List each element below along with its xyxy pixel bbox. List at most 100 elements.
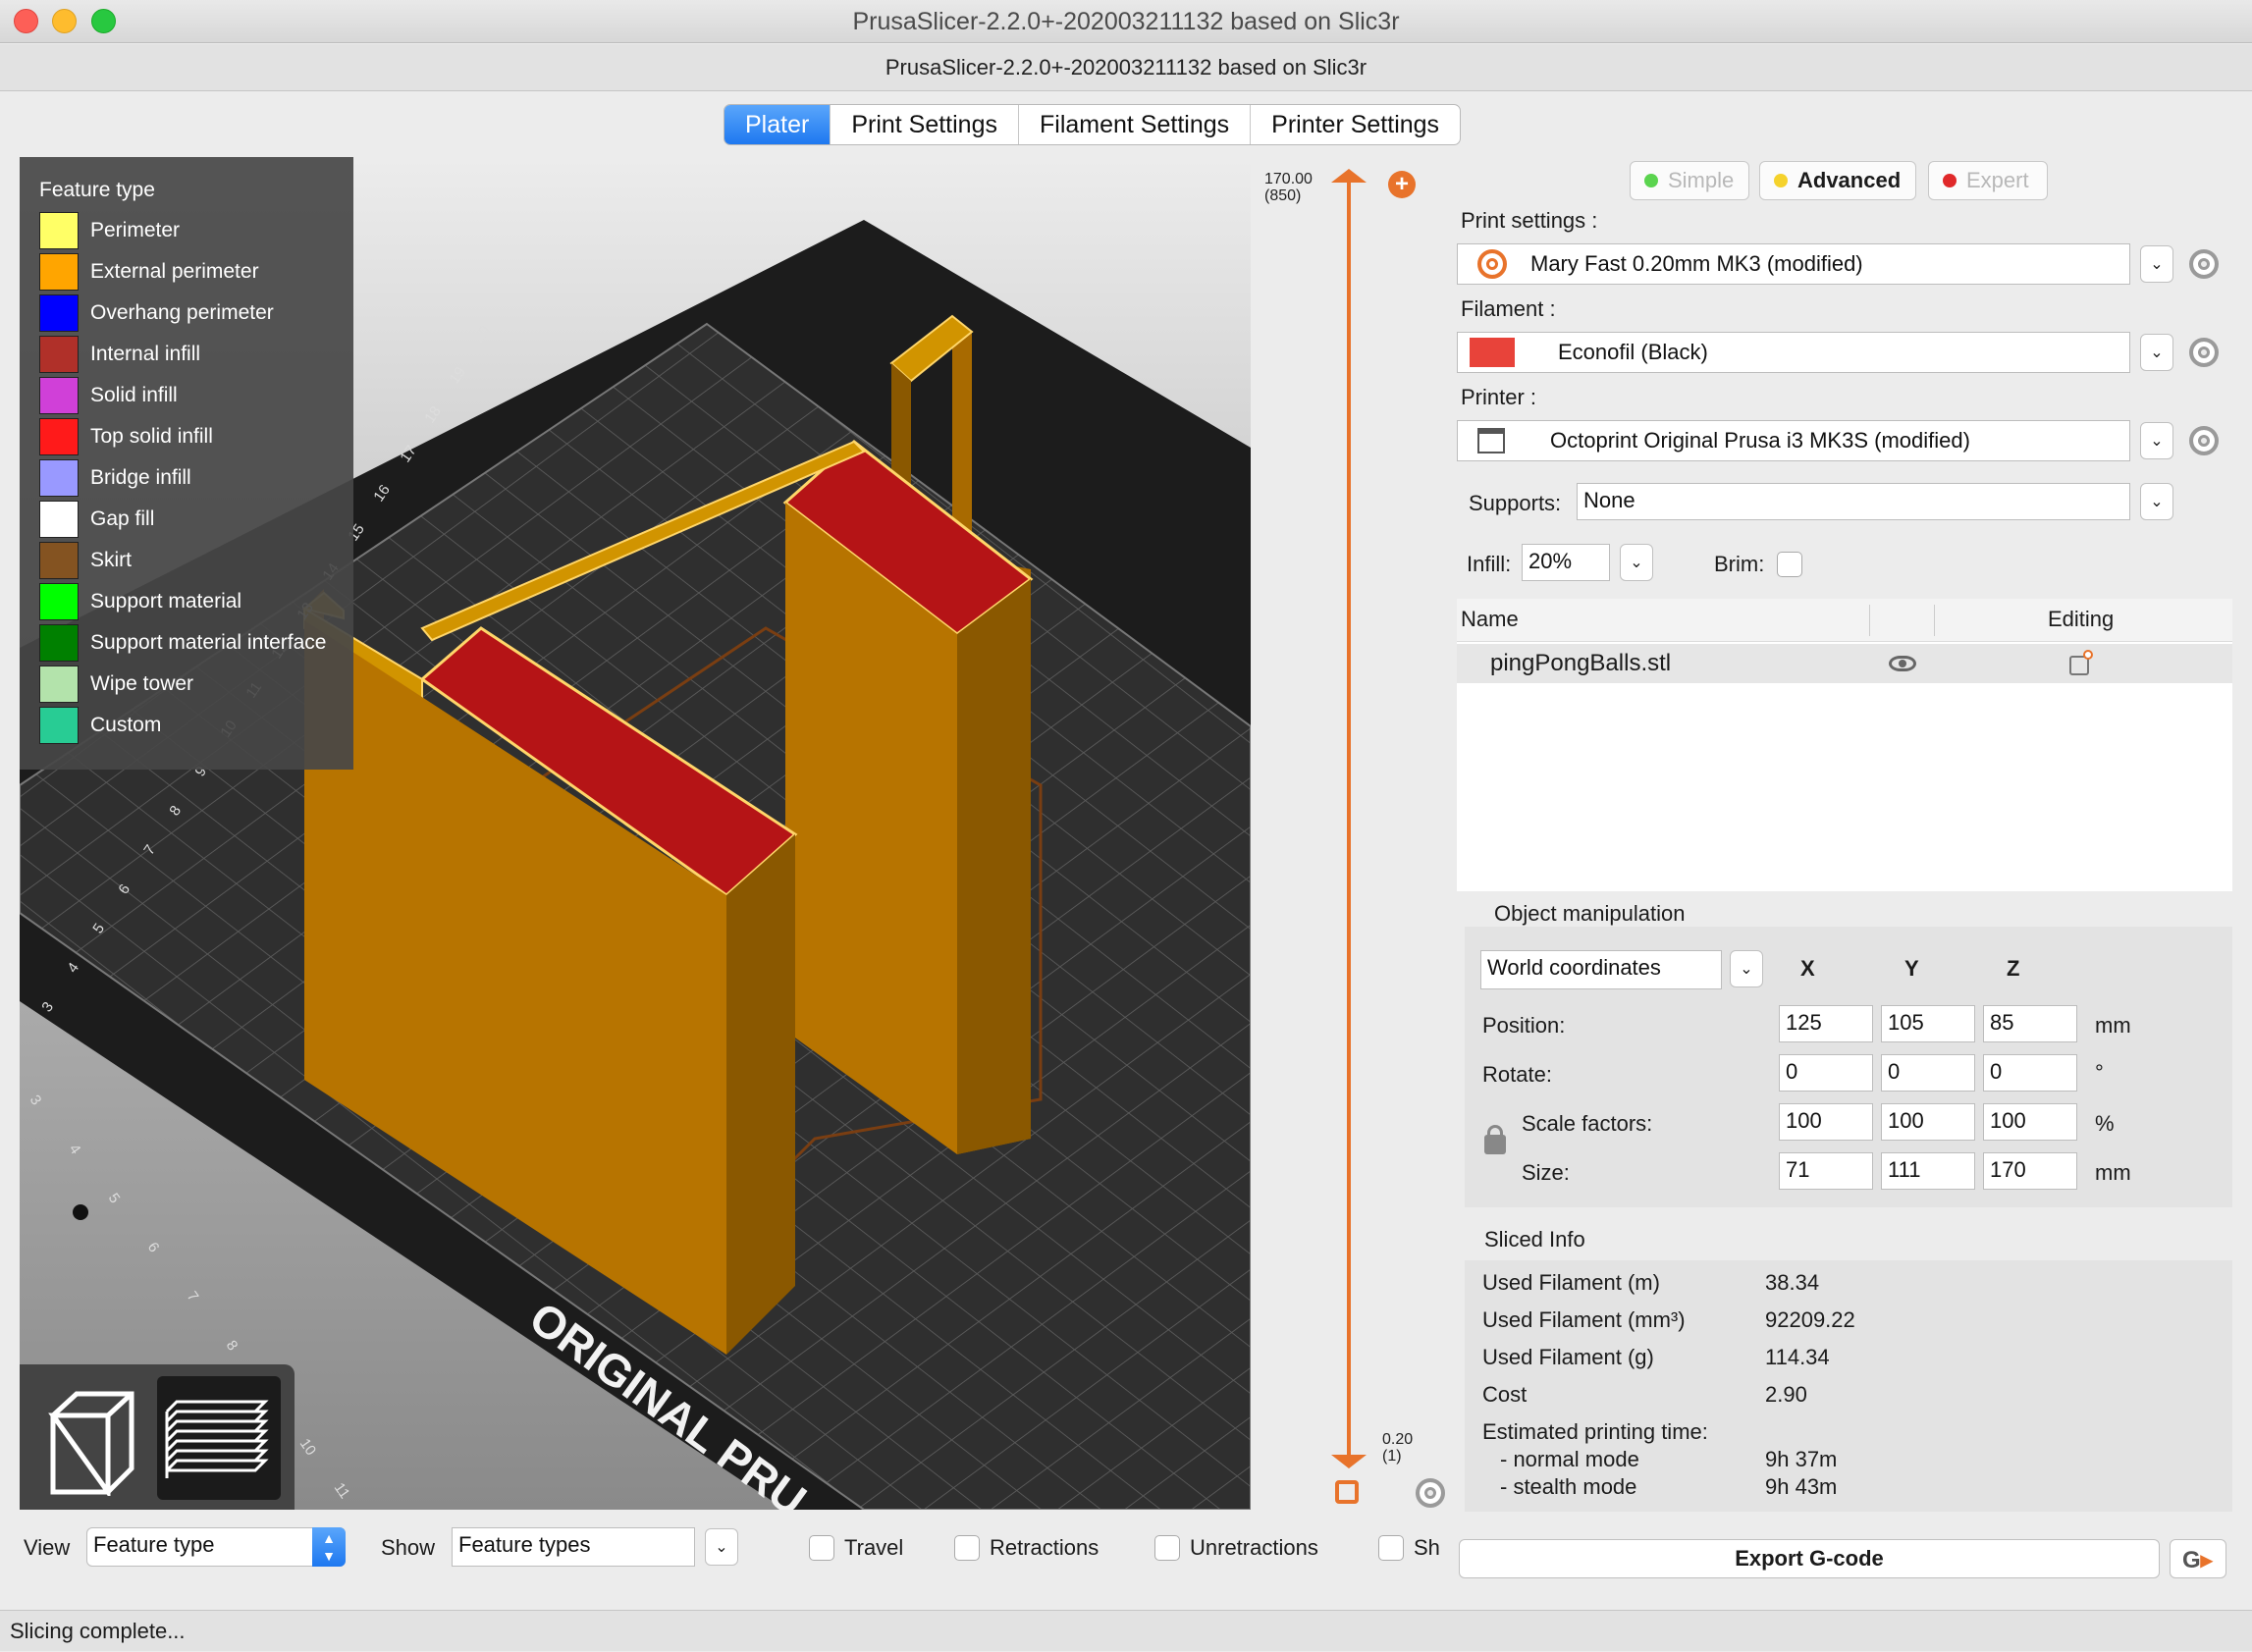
used-filament-g-label: Used Filament (g) [1482, 1345, 1654, 1369]
print-settings-label: Print settings : [1461, 208, 1598, 233]
object-manipulation-panel: World coordinates ⌄ X Y Z Position: 125 … [1465, 927, 2232, 1207]
axis-x-label: X [1800, 956, 1815, 981]
position-unit: mm [2095, 1013, 2131, 1038]
printer-label: Printer : [1461, 385, 1537, 409]
unretractions-checkbox[interactable] [1154, 1535, 1180, 1561]
printer-dropdown[interactable]: ⌄ [2140, 422, 2173, 459]
legend-swatch [39, 336, 79, 373]
window-title: PrusaSlicer-2.2.0+-202003211132 based on… [852, 8, 1400, 35]
rotate-y-input[interactable]: 0 [1881, 1054, 1975, 1092]
scale-y-input[interactable]: 100 [1881, 1103, 1975, 1141]
used-filament-mm3-label: Used Filament (mm³) [1482, 1307, 1686, 1332]
legend-item: Support material interface [39, 622, 326, 664]
print-settings-gear-icon[interactable] [2189, 249, 2219, 279]
filament-label: Filament : [1461, 296, 1556, 321]
rotate-label: Rotate: [1482, 1062, 1552, 1087]
supports-dropdown[interactable]: ⌄ [2140, 483, 2173, 520]
used-filament-m-label: Used Filament (m) [1482, 1270, 1660, 1295]
travel-checkbox[interactable] [809, 1535, 834, 1561]
tab-print-settings[interactable]: Print Settings [831, 105, 1019, 144]
view-select-stepper-icon[interactable]: ▲ ▼ [312, 1527, 346, 1567]
supports-combo[interactable]: None [1577, 483, 2130, 520]
printer-icon [1477, 428, 1505, 453]
3d-view-icon[interactable] [33, 1378, 151, 1500]
mode-simple-button[interactable]: Simple [1630, 161, 1749, 200]
visibility-eye-icon[interactable] [1889, 656, 1916, 671]
rotate-z-input[interactable]: 0 [1983, 1054, 2077, 1092]
filament-gear-icon[interactable] [2189, 338, 2219, 367]
rotate-x-input[interactable]: 0 [1779, 1054, 1873, 1092]
legend-swatch [39, 212, 79, 249]
lock-icon[interactable] [1484, 1125, 1506, 1154]
col-editing-header[interactable]: Editing [2048, 607, 2114, 632]
mode-advanced-button[interactable]: Advanced [1759, 161, 1916, 200]
size-y-input[interactable]: 111 [1881, 1152, 1975, 1190]
layer-slider[interactable]: 170.00 (850) + 0.20 (1) [1251, 157, 1447, 1510]
size-x-input[interactable]: 71 [1779, 1152, 1873, 1190]
slider-top-value: 170.00 [1264, 171, 1313, 187]
coord-system-dropdown[interactable]: ⌄ [1730, 950, 1763, 987]
filament-dropdown[interactable]: ⌄ [2140, 334, 2173, 371]
show-dropdown[interactable]: ⌄ [705, 1528, 738, 1566]
axis-y-label: Y [1904, 956, 1919, 981]
legend-label: Support material interface [90, 631, 327, 654]
slider-upper-handle[interactable] [1331, 169, 1367, 183]
scale-z-input[interactable]: 100 [1983, 1103, 2077, 1141]
position-z-input[interactable]: 85 [1983, 1005, 2077, 1042]
infill-dropdown[interactable]: ⌄ [1620, 544, 1653, 581]
edit-object-icon[interactable] [2069, 650, 2093, 675]
stealth-mode-value: 9h 43m [1765, 1474, 1838, 1499]
svg-text:6: 6 [144, 1240, 163, 1256]
printer-gear-icon[interactable] [2189, 426, 2219, 455]
legend-item: Top solid infill [39, 416, 213, 457]
print-settings-dropdown[interactable]: ⌄ [2140, 245, 2173, 283]
tab-plater[interactable]: Plater [724, 105, 831, 144]
tab-printer-settings[interactable]: Printer Settings [1251, 105, 1460, 144]
legend-swatch [39, 624, 79, 662]
tab-filament-settings[interactable]: Filament Settings [1019, 105, 1252, 144]
legend-swatch [39, 542, 79, 579]
unlock-icon[interactable] [1335, 1480, 1359, 1504]
slider-lower-handle[interactable] [1331, 1455, 1367, 1468]
slider-settings-gear-icon[interactable] [1416, 1478, 1445, 1508]
slider-track [1347, 179, 1351, 1455]
show-label: Show [381, 1535, 436, 1560]
stealth-mode-label: - stealth mode [1500, 1474, 1637, 1499]
position-y-input[interactable]: 105 [1881, 1005, 1975, 1042]
send-gcode-button[interactable]: G▸ [2170, 1539, 2226, 1578]
print-settings-combo[interactable]: Mary Fast 0.20mm MK3 (modified) [1457, 243, 2130, 285]
window-subtitle: PrusaSlicer-2.2.0+-202003211132 based on… [0, 44, 2252, 91]
legend-swatch [39, 253, 79, 291]
svg-text:11: 11 [331, 1480, 353, 1503]
scale-x-input[interactable]: 100 [1779, 1103, 1873, 1141]
add-color-change-icon[interactable]: + [1388, 171, 1416, 198]
col-name-header[interactable]: Name [1461, 607, 1519, 632]
brim-checkbox[interactable] [1777, 552, 1802, 577]
travel-label: Travel [844, 1535, 904, 1560]
printer-combo[interactable]: Octoprint Original Prusa i3 MK3S (modifi… [1457, 420, 2130, 461]
filament-color-swatch [1470, 338, 1515, 367]
filament-combo[interactable]: Econofil (Black) [1457, 332, 2130, 373]
size-unit: mm [2095, 1160, 2131, 1185]
svg-text:4: 4 [66, 1142, 84, 1158]
shells-checkbox[interactable] [1378, 1535, 1404, 1561]
export-gcode-button[interactable]: Export G-code [1459, 1539, 2160, 1578]
view-select[interactable]: Feature type [86, 1527, 346, 1567]
coord-system-combo[interactable]: World coordinates [1480, 950, 1722, 989]
retractions-checkbox[interactable] [954, 1535, 980, 1561]
infill-combo[interactable]: 20% [1522, 544, 1610, 581]
legend-swatch [39, 294, 79, 332]
position-x-input[interactable]: 125 [1779, 1005, 1873, 1042]
layers-view-icon[interactable] [157, 1376, 281, 1500]
legend-swatch [39, 377, 79, 414]
used-filament-m-value: 38.34 [1765, 1270, 1820, 1295]
mode-expert-button[interactable]: Expert [1928, 161, 2048, 200]
shells-label: Sh [1414, 1535, 1440, 1560]
size-z-input[interactable]: 170 [1983, 1152, 2077, 1190]
used-filament-mm3-value: 92209.22 [1765, 1307, 1855, 1332]
object-list [1457, 599, 2232, 891]
legend-label: Wipe tower [90, 672, 194, 695]
show-combo[interactable]: Feature types [452, 1527, 695, 1567]
expert-dot-icon [1943, 174, 1957, 187]
object-row[interactable]: pingPongBalls.stl [1457, 644, 2232, 683]
